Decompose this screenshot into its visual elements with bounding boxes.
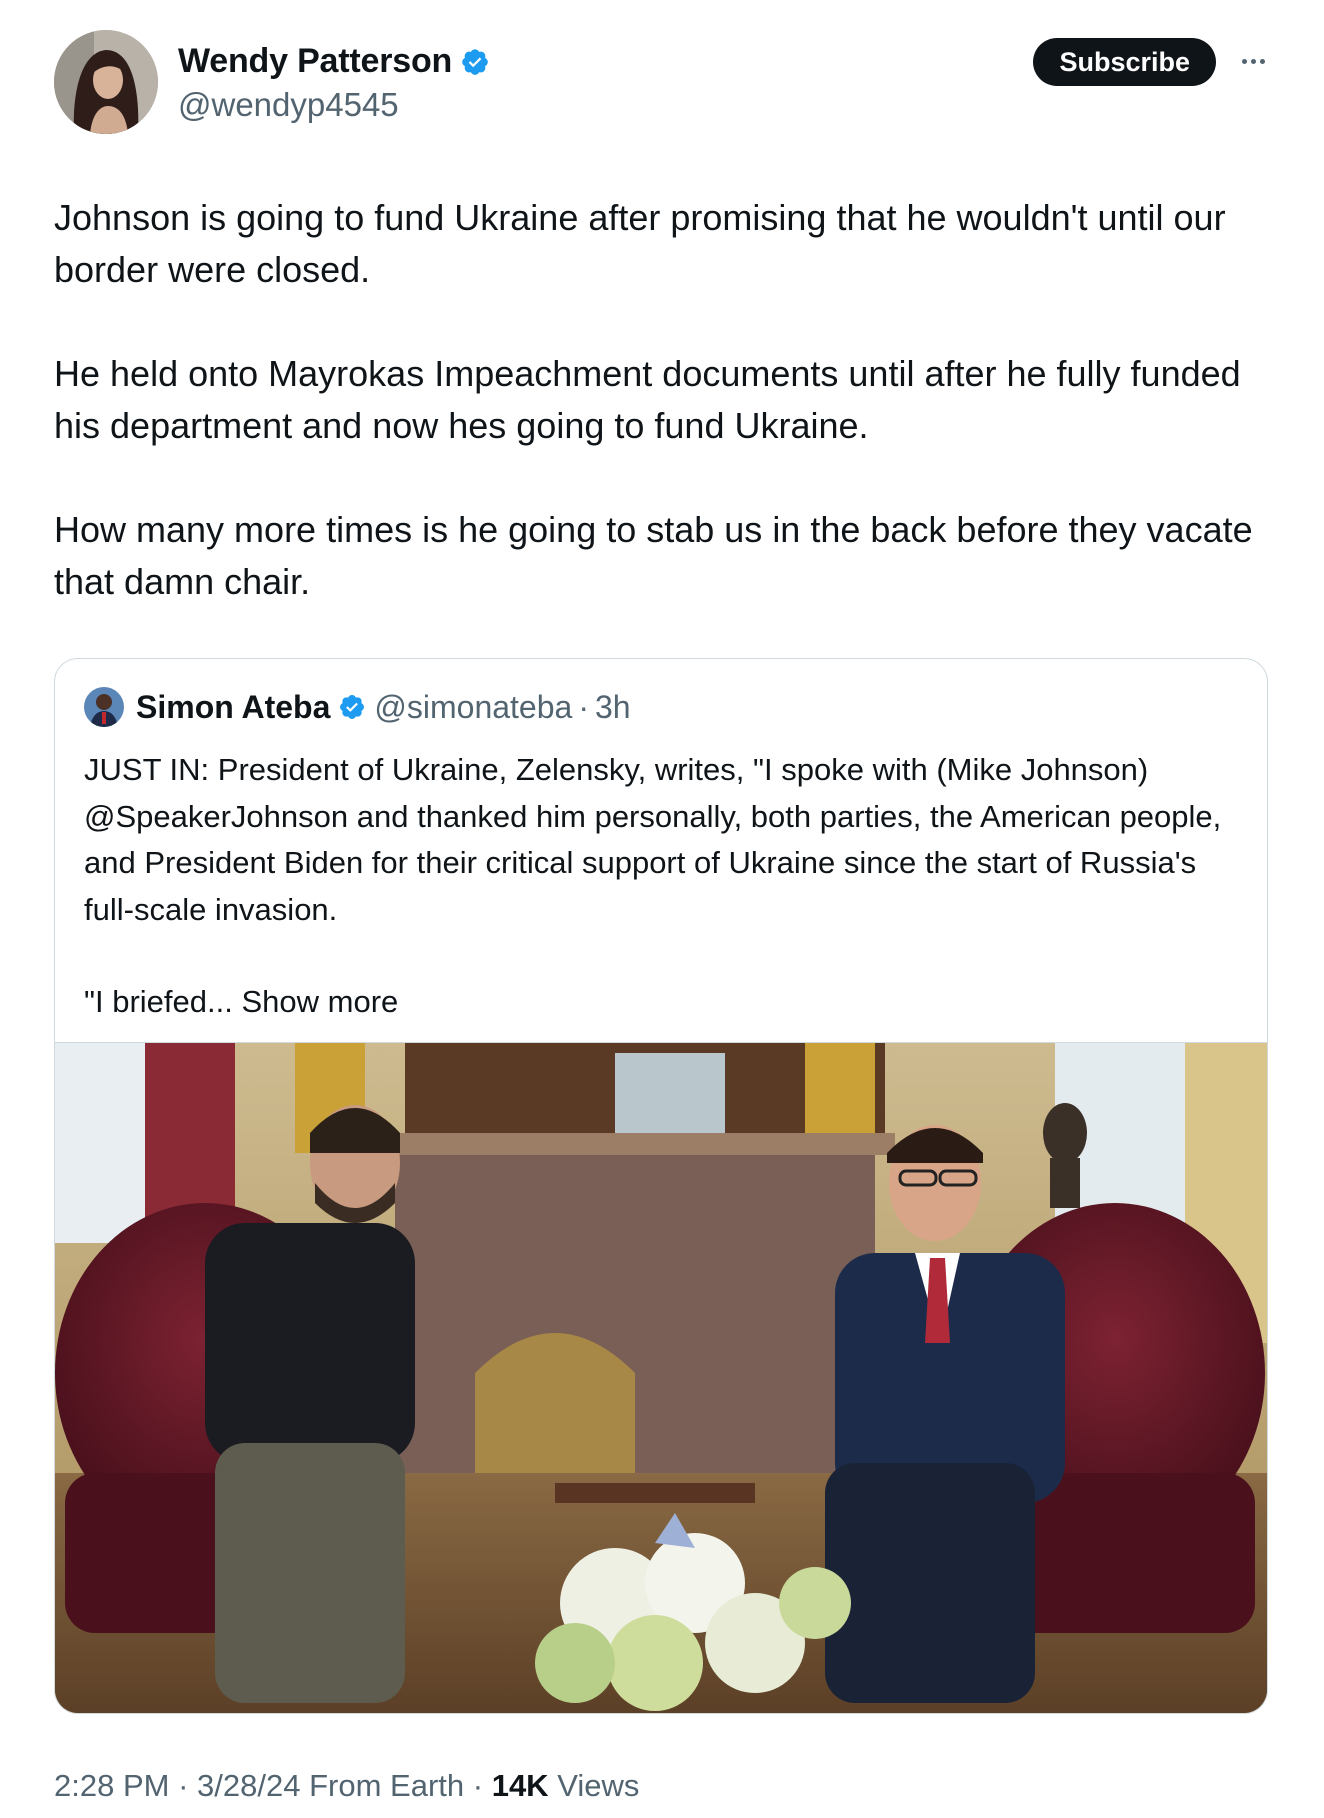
quoted-body: JUST IN: President of Ukraine, Zelensky,… <box>84 747 1244 1072</box>
more-options-icon[interactable] <box>1236 44 1270 78</box>
quoted-author-avatar[interactable] <box>84 687 124 727</box>
tweet-header: Wendy Patterson @wendyp4545 Subscribe <box>54 30 1270 140</box>
views-count[interactable]: 14K <box>492 1768 549 1803</box>
author-handle[interactable]: @wendyp4545 <box>178 86 399 124</box>
quoted-paragraph: JUST IN: President of Ukraine, Zelensky,… <box>84 752 1222 927</box>
quoted-paragraph: "I briefed... Show more <box>84 979 1244 1026</box>
verified-badge-icon <box>462 48 488 75</box>
post-paragraph: How many more times is he going to stab … <box>54 509 1253 602</box>
views-label: Views <box>557 1768 640 1803</box>
post-time[interactable]: 2:28 PM <box>54 1768 169 1803</box>
post-source: From Earth <box>309 1768 465 1803</box>
post-paragraph: He held onto Mayrokas Impeachment docume… <box>54 353 1241 446</box>
author-avatar[interactable] <box>54 30 158 134</box>
post-paragraph: Johnson is going to fund Ukraine after p… <box>54 197 1226 290</box>
quoted-timestamp[interactable]: 3h <box>595 689 631 726</box>
quoted-author-handle[interactable]: @simonateba <box>374 689 572 726</box>
quoted-photo[interactable] <box>55 1042 1267 1713</box>
subscribe-button[interactable]: Subscribe <box>1033 38 1216 86</box>
author-display-name[interactable]: Wendy Patterson <box>178 42 452 81</box>
separator-dot: · <box>472 1768 484 1803</box>
separator-dot: · <box>578 688 589 725</box>
quoted-truncated-text: "I briefed... <box>84 984 233 1019</box>
tweet-meta: 2:28 PM · 3/28/24 From Earth · 14K Views <box>54 1768 639 1804</box>
post-body: Johnson is going to fund Ukraine after p… <box>54 192 1274 660</box>
post-date[interactable]: 3/28/24 <box>197 1768 300 1803</box>
quoted-tweet-card[interactable]: Simon Ateba @simonateba · 3h JUST IN: Pr… <box>54 658 1268 1714</box>
separator-dot: · <box>178 1768 189 1803</box>
quoted-author-name[interactable]: Simon Ateba <box>136 689 330 726</box>
show-more-link[interactable]: Show more <box>241 984 398 1019</box>
verified-badge-icon <box>340 695 365 719</box>
